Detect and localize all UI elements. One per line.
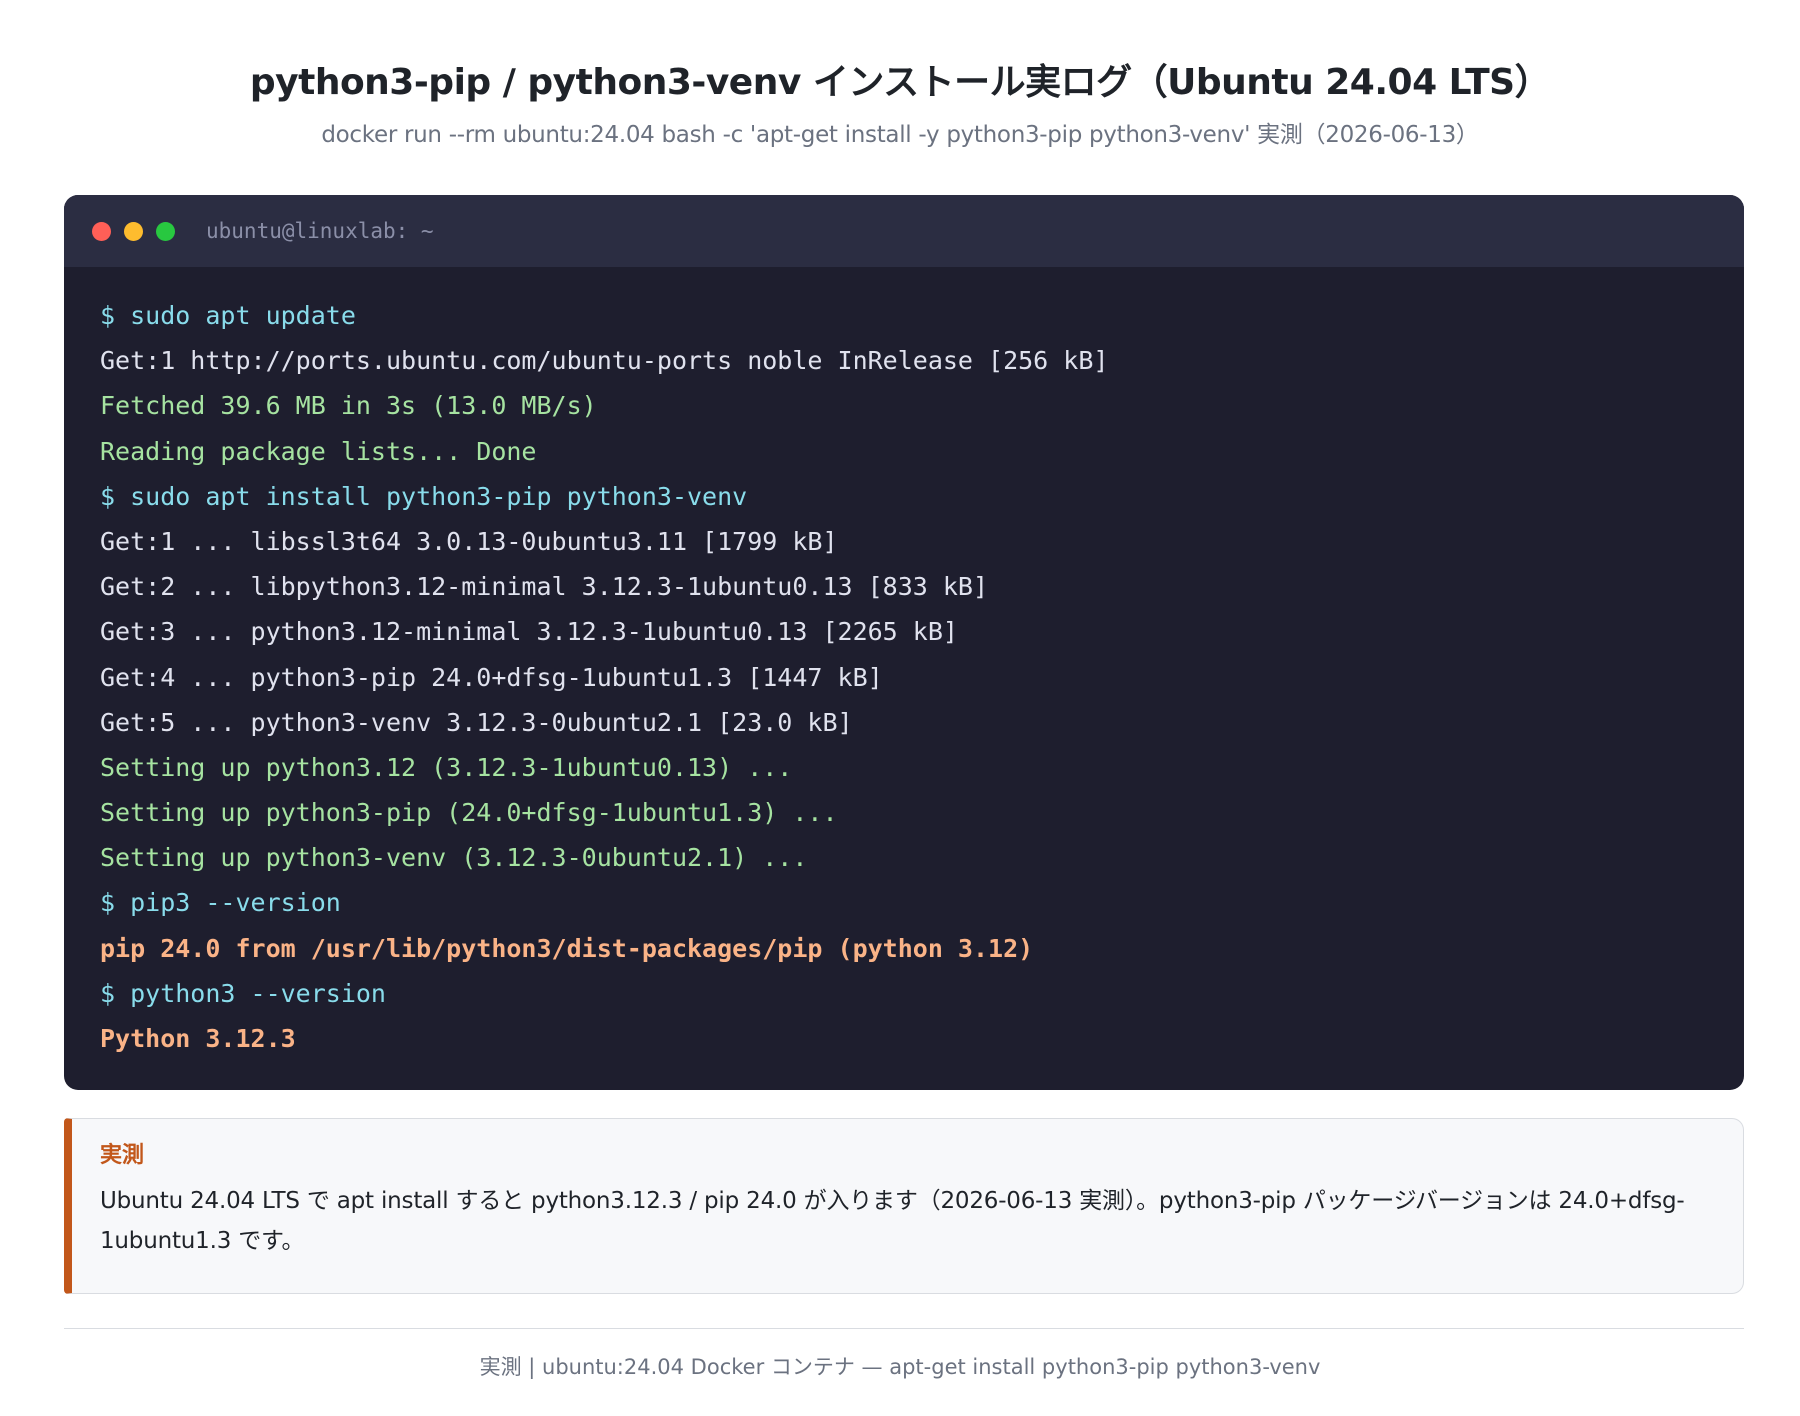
- terminal-line-command: $ sudo apt update: [100, 301, 356, 330]
- page-title: python3-pip / python3-venv インストール実ログ（Ubu…: [249, 62, 1551, 103]
- footer-divider: [64, 1328, 1744, 1329]
- terminal-line-success: Setting up python3-pip (24.0+dfsg-1ubunt…: [100, 798, 838, 828]
- terminal-line-output: Get:4 ... python3-pip 24.0+dfsg-1ubuntu1…: [100, 662, 883, 692]
- terminal-line-command: $ python3 --version: [100, 978, 386, 1008]
- terminal-line-success: Reading package lists... Done: [100, 436, 537, 466]
- note-text: Ubuntu 24.04 LTS で apt install すると pytho…: [100, 1188, 1685, 1254]
- measurement-note: 実測 Ubuntu 24.04 LTS で apt install すると py…: [64, 1118, 1744, 1294]
- page-subtitle: docker run --rm ubuntu:24.04 bash -c 'ap…: [321, 122, 1479, 148]
- terminal-line-output: Get:5 ... python3-venv 3.12.3-0ubuntu2.1…: [100, 707, 853, 737]
- terminal-line-output: Get:1 ... libssl3t64 3.0.13-0ubuntu3.11 …: [100, 526, 838, 556]
- terminal-line-command: $ sudo apt install python3-pip python3-v…: [100, 481, 748, 511]
- page: python3-pip / python3-venv インストール実ログ（Ubu…: [0, 0, 1800, 1416]
- terminal-line-success: Setting up python3-venv (3.12.3-0ubuntu2…: [100, 843, 808, 873]
- terminal-line-output: Get:2 ... libpython3.12-minimal 3.12.3-1…: [100, 572, 989, 602]
- maximize-window-dot-icon[interactable]: [156, 221, 175, 241]
- footer-text: 実測 | ubuntu:24.04 Docker コンテナ — apt-get …: [479, 1355, 1321, 1379]
- terminal-line-output: Get:3 ... python3.12-minimal 3.12.3-1ubu…: [100, 617, 958, 647]
- terminal-line-command: $ pip3 --version: [100, 888, 341, 918]
- terminal-title-bar: ubuntu@linuxlab: ~: [64, 195, 1744, 267]
- note-label: 実測: [100, 1143, 145, 1168]
- terminal-line-result: Python 3.12.3: [100, 1024, 296, 1053]
- terminal-output[interactable]: $ sudo apt update Get:1 http://ports.ubu…: [64, 267, 1744, 1061]
- terminal-window: ubuntu@linuxlab: ~ $ sudo apt update Get…: [64, 195, 1744, 1090]
- terminal-line-output: Get:1 http://ports.ubuntu.com/ubuntu-por…: [100, 346, 1109, 376]
- terminal-line-result: pip 24.0 from /usr/lib/python3/dist-pack…: [100, 933, 1034, 963]
- terminal-title: ubuntu@linuxlab: ~: [206, 219, 434, 243]
- terminal-line-success: Setting up python3.12 (3.12.3-1ubuntu0.1…: [100, 752, 793, 782]
- terminal-line-success: Fetched 39.6 MB in 3s (13.0 MB/s): [100, 391, 597, 421]
- close-window-dot-icon[interactable]: [92, 221, 111, 241]
- minimize-window-dot-icon[interactable]: [124, 221, 143, 241]
